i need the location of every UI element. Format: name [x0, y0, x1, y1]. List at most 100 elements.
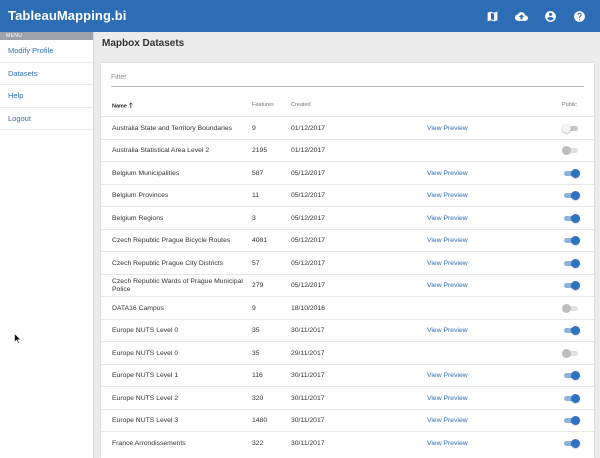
toggle-knob — [571, 416, 580, 425]
toggle-knob — [571, 191, 580, 200]
dataset-name: Czech Republic Wards of Prague Municipal… — [112, 278, 243, 293]
table-row: Belgium Municipalities 587 05/12/2017 View … — [101, 161, 594, 184]
sidebar-item-datasets[interactable]: Datasets — [0, 63, 93, 85]
created-date: 05/12/2017 — [291, 237, 326, 245]
created-date: 05/12/2017 — [291, 282, 326, 290]
sidebar-item-help[interactable]: Help — [0, 85, 93, 108]
created-date: 01/12/2017 — [291, 147, 326, 155]
toggle-knob — [571, 393, 580, 403]
public-toggle — [562, 348, 580, 358]
table-row: France Arrondissements 322 30/11/2017 View … — [101, 431, 594, 454]
view-preview-link[interactable]: View Preview — [427, 185, 468, 208]
view-preview-link[interactable]: View Preview — [427, 207, 468, 230]
public-toggle[interactable] — [562, 393, 580, 403]
public-toggle[interactable] — [562, 438, 580, 448]
public-toggle[interactable] — [562, 258, 580, 268]
created-date: 30/11/2017 — [291, 417, 325, 425]
view-preview-link[interactable]: View Preview — [427, 432, 468, 455]
dataset-name: Europe NUTS Level 2 — [112, 394, 179, 402]
table-row: Czech Republic Prague City Districts 57 05… — [101, 251, 594, 274]
toggle-knob — [571, 168, 580, 178]
toggle-knob — [562, 123, 571, 133]
filter-input[interactable] — [111, 69, 584, 87]
dataset-table-body: Australia State and Territory Boundaries… — [101, 116, 594, 454]
dataset-name: Czech Republic Prague City Districts — [112, 259, 224, 267]
help-icon[interactable] — [572, 9, 586, 23]
created-date: 30/11/2017 — [291, 439, 325, 447]
feature-count: 320 — [252, 394, 264, 402]
app-header: TableauMapping.bi — [0, 0, 600, 32]
view-preview-link[interactable]: View Preview — [427, 320, 468, 343]
column-name-label: Name — [112, 103, 127, 110]
app-title[interactable]: TableauMapping.bi — [8, 8, 126, 23]
toggle-knob — [562, 146, 571, 155]
public-toggle[interactable] — [562, 371, 580, 380]
sidebar-item-modify-profile[interactable]: Modify Profile — [0, 40, 93, 63]
dataset-name: Australia State and Territory Boundaries — [112, 124, 233, 132]
table-row: Europe NUTS Level 3 1480 30/11/2017 View Pr… — [101, 408, 594, 433]
cloud-upload-icon[interactable] — [514, 9, 528, 23]
table-header: Name 🡑 Features Created Public — [101, 97, 594, 113]
public-toggle[interactable] — [562, 281, 580, 290]
view-preview-link[interactable]: View Preview — [427, 365, 468, 388]
view-preview-link[interactable]: View Preview — [427, 252, 468, 275]
feature-count: 587 — [252, 169, 264, 177]
table-row: Czech Republic Wards of Prague Municipal… — [101, 273, 594, 298]
created-date: 30/11/2017 — [291, 327, 325, 335]
public-toggle[interactable] — [562, 236, 580, 245]
toggle-knob — [562, 303, 571, 313]
public-toggle[interactable] — [562, 213, 580, 223]
header-actions — [485, 9, 586, 23]
public-toggle[interactable] — [562, 168, 580, 178]
created-date: 05/12/2017 — [291, 169, 326, 177]
sidebar-item-logout[interactable]: Logout — [0, 108, 93, 130]
sidebar: MENU Modify Profile Datasets Help Logout — [0, 32, 94, 458]
column-header-features: Features — [252, 102, 274, 108]
view-preview-link[interactable]: View Preview — [427, 117, 468, 140]
table-row: Australia State and Territory Boundaries… — [101, 116, 594, 139]
menu-header: MENU — [0, 32, 93, 40]
public-toggle[interactable] — [562, 123, 580, 133]
table-row: Europe NUTS Level 0 35 30/11/2017 View Prev… — [101, 318, 594, 343]
public-toggle — [562, 146, 580, 155]
toggle-knob — [571, 371, 580, 380]
datasets-panel: Name🡑 Features Created Public Australia … — [101, 63, 594, 458]
page-title: Mapbox Datasets — [102, 38, 185, 49]
feature-count: 35 — [252, 327, 260, 335]
dataset-name: Belgium Provinces — [112, 192, 169, 200]
public-toggle[interactable] — [562, 191, 580, 200]
toggle-knob — [571, 236, 580, 245]
map-icon[interactable] — [485, 9, 499, 23]
dataset-name: Belgium Municipalities — [112, 169, 180, 177]
dataset-name: Europe NUTS Level 0 — [112, 327, 179, 335]
feature-count: 279 — [252, 282, 264, 290]
mouse-cursor-icon — [14, 333, 22, 344]
feature-count: 322 — [252, 439, 264, 447]
public-toggle — [562, 303, 580, 313]
view-preview-link[interactable]: View Preview — [427, 410, 468, 433]
column-header-name[interactable]: Name 🡑 — [112, 102, 133, 113]
toggle-knob — [571, 326, 580, 335]
view-preview-link[interactable]: View Preview — [427, 275, 468, 298]
account-icon[interactable] — [543, 9, 557, 23]
dataset-name: DATA16 Campus — [112, 304, 164, 312]
toggle-knob — [571, 213, 580, 223]
view-preview-link[interactable]: View Preview — [427, 162, 468, 185]
table-row: Belgium Provinces 11 05/12/2017 View Previe… — [101, 183, 594, 208]
view-preview-link[interactable]: View Preview — [427, 230, 468, 253]
public-toggle[interactable] — [562, 326, 580, 335]
feature-count: 35 — [252, 349, 260, 357]
feature-count: 116 — [252, 372, 263, 380]
feature-count: 3 — [252, 214, 256, 222]
public-toggle[interactable] — [562, 416, 580, 425]
created-date: 29/11/2017 — [291, 349, 325, 357]
toggle-knob — [571, 438, 580, 448]
view-preview-link[interactable]: View Preview — [427, 387, 468, 410]
created-date: 18/10/2016 — [291, 304, 326, 312]
table-row: Europe NUTS Level 0 35 29/11/2017 — [101, 341, 594, 364]
dataset-name: Europe NUTS Level 1 — [112, 372, 179, 380]
created-date: 05/12/2017 — [291, 214, 326, 222]
created-date: 05/12/2017 — [291, 192, 326, 200]
dataset-name: Europe NUTS Level 0 — [112, 349, 179, 357]
feature-count: 2195 — [252, 147, 268, 155]
